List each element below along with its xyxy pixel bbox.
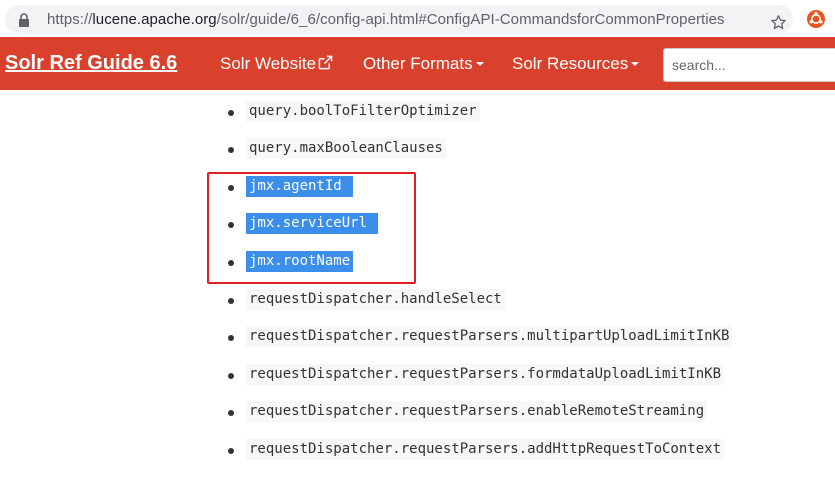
list-item: jmx.agentId — [0, 174, 835, 204]
nav-solr-website[interactable]: Solr Website — [220, 54, 333, 74]
highlight-annotation-box — [207, 172, 416, 284]
list-item: query.maxBooleanClauses — [0, 136, 835, 166]
site-navbar: Solr Ref Guide 6.6 Solr Website Other Fo… — [0, 37, 835, 90]
url-field[interactable]: https://lucene.apache.org/solr/guide/6_6… — [5, 5, 793, 33]
chevron-down-icon — [475, 62, 484, 66]
bullet — [228, 410, 234, 416]
list-item: requestDispatcher.requestParsers.enableR… — [0, 399, 835, 429]
property-code: query.boolToFilterOptimizer — [246, 101, 480, 122]
list-item: requestDispatcher.requestParsers.multipa… — [0, 324, 835, 354]
property-code: query.maxBooleanClauses — [246, 138, 446, 159]
property-code: requestDispatcher.requestParsers.multipa… — [246, 326, 733, 347]
lock-icon — [19, 13, 29, 27]
list-item: requestDispatcher.requestParsers.addHttp… — [0, 437, 835, 467]
list-item: jmx.rootName — [0, 249, 835, 279]
property-code: requestDispatcher.requestParsers.formdat… — [246, 364, 725, 385]
bookmark-star-icon[interactable] — [770, 14, 787, 31]
property-code: requestDispatcher.handleSelect — [246, 289, 505, 310]
external-link-icon — [318, 55, 333, 70]
nav-solr-resources[interactable]: Solr Resources — [512, 54, 640, 74]
list-item: requestDispatcher.handleSelect — [0, 287, 835, 317]
url-path: /solr/guide/6_6/config-api.html#ConfigAP… — [216, 11, 725, 28]
nav-solr-website-label: Solr Website — [220, 54, 317, 73]
url-host: lucene.apache.org — [92, 11, 217, 28]
list-item: requestDispatcher.requestParsers.formdat… — [0, 362, 835, 392]
bullet — [228, 110, 234, 116]
url-text: https://lucene.apache.org/solr/guide/6_6… — [47, 11, 725, 28]
list-item: query.boolToFilterOptimizer — [0, 99, 835, 129]
property-code: requestDispatcher.requestParsers.enableR… — [246, 401, 708, 422]
bullet — [228, 298, 234, 304]
list-item: jmx.serviceUrl — [0, 211, 835, 241]
brand-link[interactable]: Solr Ref Guide 6.6 — [5, 52, 177, 75]
search-input[interactable] — [663, 48, 835, 82]
nav-other-formats[interactable]: Other Formats — [363, 54, 484, 74]
bullet — [228, 373, 234, 379]
extension-icon[interactable] — [806, 9, 826, 29]
nav-solr-resources-label: Solr Resources — [512, 54, 629, 73]
url-scheme: https:// — [47, 11, 93, 28]
bullet — [228, 147, 234, 153]
chevron-down-icon — [631, 62, 640, 66]
bullet — [228, 335, 234, 341]
bullet — [228, 448, 234, 454]
property-code: requestDispatcher.requestParsers.addHttp… — [246, 439, 725, 460]
nav-other-formats-label: Other Formats — [363, 54, 473, 73]
browser-address-bar: https://lucene.apache.org/solr/guide/6_6… — [0, 0, 835, 38]
